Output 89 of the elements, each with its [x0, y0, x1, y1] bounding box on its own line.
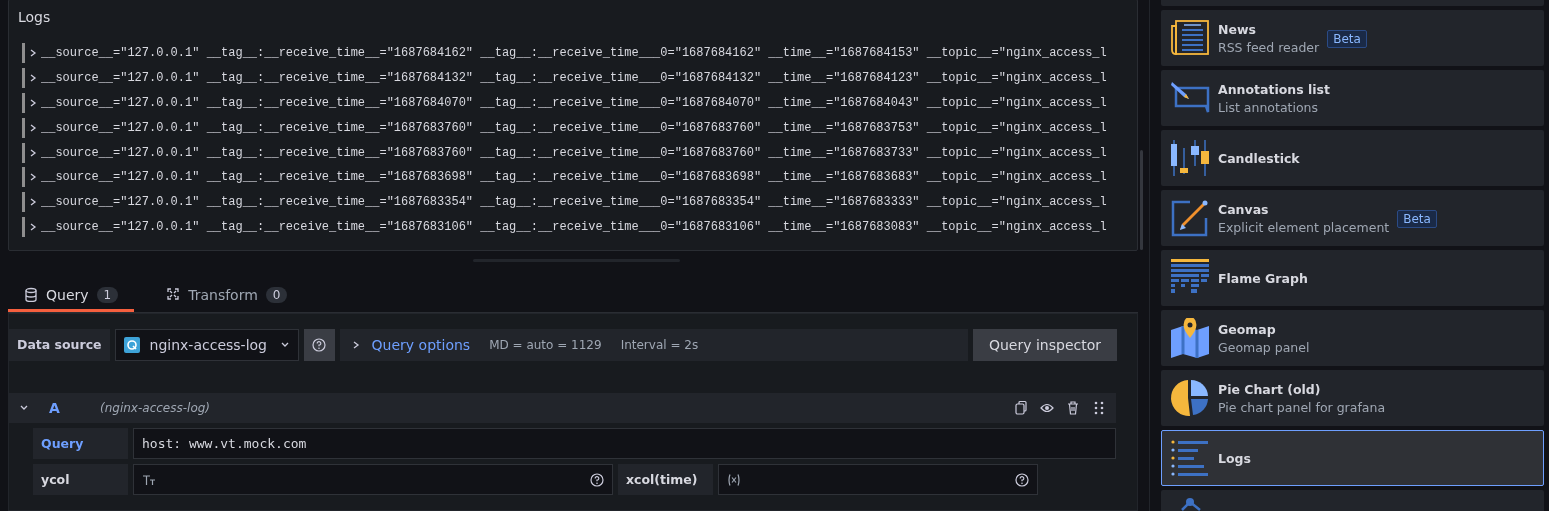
visualization-card[interactable]: Logs: [1161, 430, 1544, 486]
datasource-icon: [123, 337, 140, 353]
chevron-right-icon: [29, 172, 37, 183]
chevron-right-icon: [29, 122, 37, 133]
visualization-title: Candlestick: [1218, 150, 1300, 166]
panel-title: Logs: [17, 8, 52, 26]
visualization-description: Explicit element placement: [1218, 219, 1390, 235]
visualization-title: Pie Chart (old): [1218, 381, 1321, 397]
delete-button[interactable]: [1066, 400, 1080, 416]
map-pin-icon: [1170, 318, 1210, 358]
log-level-bar: [22, 117, 25, 138]
field-label: Data source: [9, 329, 110, 361]
drag-handle[interactable]: [1092, 400, 1106, 416]
log-level-bar: [22, 192, 25, 213]
chevron-right-icon: [29, 98, 37, 108]
query-options-toggle[interactable]: Query options: [351, 337, 471, 353]
log-level-bar: [22, 93, 25, 113]
visualization-card[interactable]: Pie Chart (old) Pie chart panel for grafana: [1161, 370, 1544, 426]
visualization-description: RSS feed reader: [1218, 39, 1320, 55]
log-line[interactable]: __source__="127.0.0.1" __tag__:__receive_time__="1687683106" __tag__:__receive_time___0="1687683106" __time__="1687683083" __topic__="nginx_access_l: [41, 219, 1107, 234]
editor-tab[interactable]: Transform 0: [150, 280, 304, 312]
beta-badge: Beta: [1327, 30, 1367, 48]
copy-button[interactable]: [1014, 400, 1028, 416]
visualization-description: List annotations: [1218, 99, 1318, 115]
copy-icon: [1014, 400, 1028, 416]
help-icon: [1015, 472, 1029, 487]
datasource-picker[interactable]: nginx-access-log: [114, 329, 299, 361]
visualization-title: Geomap: [1218, 321, 1276, 337]
log-line[interactable]: __source__="127.0.0.1" __tag__:__receive_time__="1687683354" __tag__:__receive_time___0="1687683354" __time__="1687683333" __topic__="nginx_access_l: [41, 195, 1107, 210]
visualization-card[interactable]: Annotations list List annotations: [1161, 70, 1544, 126]
field-label: ycol: [33, 464, 128, 495]
log-level-bar: [22, 68, 25, 89]
interval-info: Interval = 2s: [620, 338, 699, 352]
help-icon: [312, 338, 327, 352]
chevron-right-icon: [29, 221, 37, 232]
newspaper-icon: [1170, 18, 1210, 58]
chevron-right-icon: [29, 197, 37, 208]
query-ref-id[interactable]: A: [39, 400, 100, 416]
max-data-points: MD = auto = 1129: [489, 338, 602, 352]
chevron-right-icon: [351, 340, 360, 350]
log-line[interactable]: __source__="127.0.0.1" __tag__:__receive_time__="1687684070" __tag__:__receive_time___0="1687684070" __time__="1687684043" __topic__="nginx_access_l: [41, 96, 1107, 110]
chevron-right-icon: [29, 73, 37, 84]
help-icon: [590, 472, 604, 487]
visualization-card[interactable]: News RSS feed reader Beta: [1161, 10, 1544, 66]
visualization-card[interactable]: Canvas Explicit element placement Beta: [1161, 190, 1544, 246]
log-line[interactable]: __source__="127.0.0.1" __tag__:__receive_time__="1687684162" __tag__:__receive_time___0="1687684162" __time__="1687684153" __topic__="nginx_access_l: [41, 46, 1107, 61]
input-field[interactable]: [718, 464, 1038, 495]
visualization-title: Flame Graph: [1218, 270, 1308, 286]
beta-badge: Beta: [1397, 210, 1437, 228]
chevron-down-icon: [279, 341, 290, 349]
chevron-right-icon: [29, 147, 37, 158]
log-level-bar: [22, 142, 25, 163]
visualization-title: Logs: [1218, 450, 1251, 466]
visualization-title: Canvas: [1218, 201, 1269, 217]
pencil-square-icon: [1170, 198, 1210, 238]
log-level-bar: [22, 167, 25, 188]
chevron-right-icon: [29, 48, 37, 59]
visualization-card[interactable]: Flame Graph: [1161, 250, 1544, 306]
text-type-icon: [142, 473, 156, 486]
trash-icon: [1066, 400, 1080, 416]
field-label: xcol(time): [618, 464, 713, 495]
scrollbar[interactable]: [1140, 150, 1143, 250]
log-line[interactable]: __source__="127.0.0.1" __tag__:__receive_time__="1687684132" __tag__:__receive_time___0="1687684132" __time__="1687684123" __topic__="nginx_access_l: [41, 71, 1107, 86]
drag-handle-icon: [1092, 400, 1106, 416]
help-button[interactable]: [303, 329, 335, 361]
field-label: Query: [33, 428, 128, 459]
pie-chart-icon: [1170, 378, 1210, 418]
log-line[interactable]: __source__="127.0.0.1" __tag__:__receive_time__="1687683760" __tag__:__receive_time___0="1687683760" __time__="1687683733" __topic__="nginx_access_l: [41, 145, 1107, 160]
visualization-description: Geomap panel: [1218, 339, 1310, 355]
database-icon: [24, 287, 38, 302]
log-level-bar: [22, 43, 25, 64]
transform-icon: [166, 287, 181, 302]
input-field[interactable]: [133, 464, 613, 495]
variable-icon: [727, 472, 741, 487]
visualization-title: Annotations list: [1218, 81, 1330, 97]
log-line[interactable]: __source__="127.0.0.1" __tag__:__receive_time__="1687683760" __tag__:__receive_time___0="1687683760" __time__="1687683753" __topic__="nginx_access_l: [41, 120, 1107, 135]
visualization-card[interactable]: Candlestick: [1161, 130, 1544, 186]
list-icon: [1170, 438, 1210, 478]
visualization-description: Pie chart panel for grafana: [1218, 399, 1386, 415]
tab-counter: 0: [265, 286, 288, 303]
tab-counter: 1: [96, 286, 119, 303]
visualization-title: News: [1218, 21, 1256, 37]
log-line[interactable]: __source__="127.0.0.1" __tag__:__receive_time__="1687683698" __tag__:__receive_time___0="1687683698" __time__="1687683683" __topic__="nginx_access_l: [41, 170, 1107, 185]
query-datasource-name: (nginx-access-log): [100, 401, 211, 415]
candlestick-icon: [1170, 138, 1210, 178]
query-inspector-button[interactable]: Query inspector: [972, 329, 1117, 361]
visualization-card[interactable]: Geomap Geomap panel: [1161, 310, 1544, 366]
log-level-bar: [22, 216, 25, 237]
query-input[interactable]: host: www.vt.mock.com: [133, 428, 1116, 459]
